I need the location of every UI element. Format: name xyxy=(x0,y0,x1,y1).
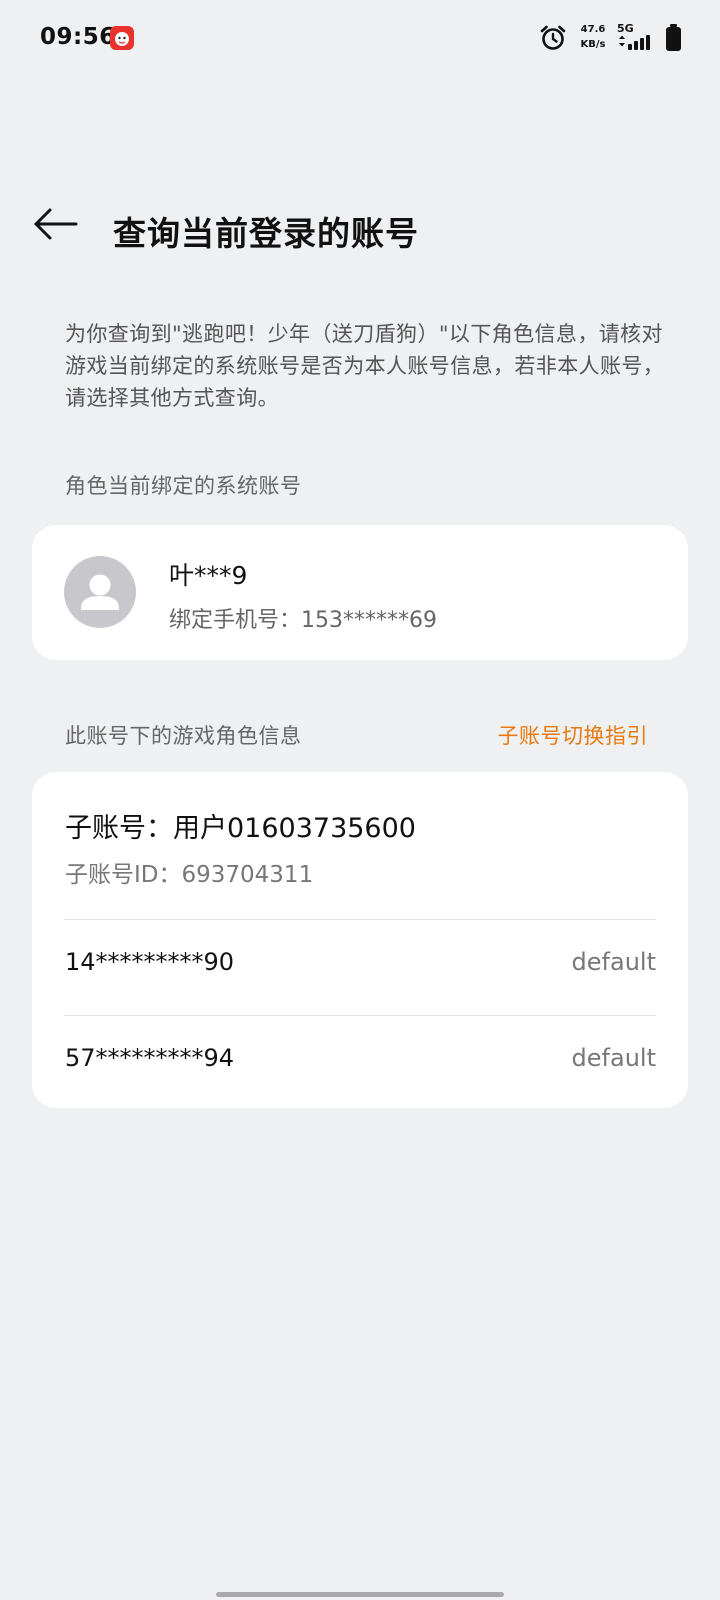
network-speed-value: 47.6 xyxy=(580,24,606,35)
alarm-clock-icon xyxy=(539,24,567,52)
role-id: 57*********94 xyxy=(65,1044,235,1072)
account-name: 叶***9 xyxy=(169,561,248,590)
sub-account-id: 693704311 xyxy=(181,862,314,888)
page-title: 查询当前登录的账号 xyxy=(113,214,419,253)
red-app-icon xyxy=(110,26,134,50)
sub-account-label: 子账号： xyxy=(65,813,173,844)
game-roles-card: 子账号：用户01603735600 子账号ID：693704311 14****… xyxy=(32,772,688,1108)
sub-account-name: 用户01603735600 xyxy=(173,813,416,844)
bound-phone-label: 绑定手机号： xyxy=(169,608,302,633)
bound-account-card: 叶***9 绑定手机号：153******69 xyxy=(32,525,688,660)
home-indicator[interactable] xyxy=(216,1592,504,1597)
game-roles-section-label: 此账号下的游戏角色信息 xyxy=(65,724,302,748)
sub-account-id-label: 子账号ID： xyxy=(65,862,182,888)
bound-phone-row: 绑定手机号：153******69 xyxy=(169,602,437,634)
sub-account-id-row: 子账号ID：693704311 xyxy=(65,855,313,889)
back-button[interactable] xyxy=(30,203,80,249)
network-speed-unit: KB/s xyxy=(580,39,606,50)
battery-icon xyxy=(665,24,682,52)
bound-phone-number: 153******69 xyxy=(301,608,438,633)
query-description: 为你查询到"逃跑吧！少年（送刀盾狗）"以下角色信息，请核对游戏当前绑定的系统账号… xyxy=(65,322,665,410)
role-server: default xyxy=(571,948,656,976)
back-arrow-icon xyxy=(32,207,78,245)
status-time: 09:56 xyxy=(40,24,116,50)
network-speed: 47.6 KB/s xyxy=(578,22,608,52)
role-server: default xyxy=(571,1044,656,1072)
role-row[interactable]: 57*********94 default xyxy=(32,1016,688,1106)
signal-strength-icon xyxy=(617,34,657,50)
sub-account-guide-link[interactable]: 子账号切换指引 xyxy=(498,720,649,750)
avatar-placeholder-icon xyxy=(64,556,136,628)
role-id: 14*********90 xyxy=(65,948,235,976)
sub-account-title: 子账号：用户01603735600 xyxy=(65,806,416,845)
screen: 09:56 47.6 KB/s 5G 查询当前登录的账号 为你查询到"逃跑吧！少… xyxy=(0,0,720,1600)
status-bar: 09:56 47.6 KB/s 5G xyxy=(0,0,720,78)
role-row[interactable]: 14*********90 default xyxy=(32,920,688,1010)
bound-account-section-label: 角色当前绑定的系统账号 xyxy=(65,474,302,498)
